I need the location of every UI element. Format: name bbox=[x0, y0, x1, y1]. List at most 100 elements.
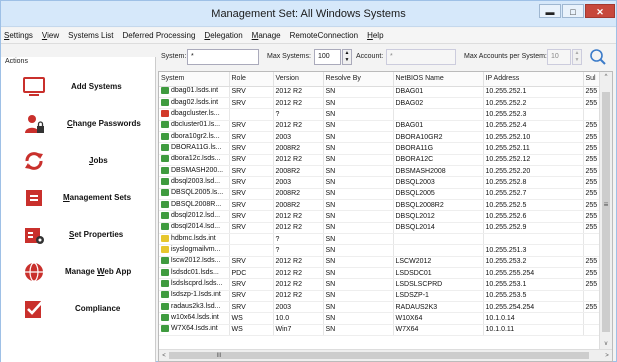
cell-version: 2012 R2 bbox=[273, 256, 324, 269]
vertical-scrollbar[interactable]: ^ ≡ v bbox=[599, 72, 612, 349]
cell-ip-address: 10.255.252.8 bbox=[483, 176, 584, 189]
action-manage-web-app[interactable]: Manage Web App bbox=[1, 257, 156, 293]
user-lock-icon bbox=[25, 115, 44, 133]
cell-ip-address: 10.255.252.12 bbox=[483, 154, 584, 166]
menu-view[interactable]: View bbox=[42, 31, 59, 40]
system-filter-input[interactable]: * bbox=[187, 49, 259, 65]
system-status-icon bbox=[161, 200, 169, 208]
menu-systems-list[interactable]: Systems List bbox=[68, 31, 113, 40]
action-compliance[interactable]: Compliance bbox=[1, 294, 156, 330]
table-row[interactable]: DBSMASH200... SRV 2008R2 SN DBSMASH2008 10.25… bbox=[159, 165, 600, 178]
minimize-button[interactable]: ▬ bbox=[539, 4, 561, 18]
close-button[interactable]: ✕ bbox=[585, 4, 615, 18]
column-header-resolve-by[interactable]: Resolve By bbox=[323, 72, 394, 87]
horizontal-scroll-thumb[interactable] bbox=[169, 352, 589, 359]
cell-resolve-by: SN bbox=[323, 154, 394, 166]
column-header-netbios-name[interactable]: NetBIOS Name bbox=[393, 72, 484, 87]
cell-role bbox=[229, 244, 274, 257]
column-header-role[interactable]: Role bbox=[229, 72, 274, 87]
menu-delegation[interactable]: Delegation bbox=[204, 31, 242, 40]
menu-settings[interactable]: Settings bbox=[4, 31, 33, 40]
scroll-down-arrow[interactable]: v bbox=[600, 339, 612, 349]
cell-subnet: 255 bbox=[583, 86, 600, 98]
maximize-button[interactable]: □ bbox=[562, 4, 584, 18]
scroll-up-arrow[interactable]: ^ bbox=[600, 72, 612, 82]
cell-subnet: 255 bbox=[583, 142, 600, 155]
account-filter-input[interactable]: * bbox=[386, 49, 456, 65]
cell-version: 2008R2 bbox=[273, 165, 324, 178]
table-row[interactable]: lscw2012.lsds... SRV 2012 R2 SN LSCW2012 10.2… bbox=[159, 256, 600, 269]
menu-help[interactable]: Help bbox=[367, 31, 383, 40]
cell-resolve-by: SN bbox=[323, 267, 394, 280]
cell-subnet bbox=[583, 290, 600, 303]
menu-manage[interactable]: Manage bbox=[252, 31, 281, 40]
cell-version: ? bbox=[273, 244, 324, 257]
cell-netbios-name: DBORA12C bbox=[393, 154, 484, 166]
cell-version: ? bbox=[273, 233, 324, 246]
vertical-scroll-thumb[interactable] bbox=[602, 92, 610, 332]
action-set-properties[interactable]: Set Properties bbox=[1, 220, 156, 256]
table-row[interactable]: DBSQL2005.ls... SRV 2008R2 SN DBSQL2005 10.25… bbox=[159, 188, 600, 200]
cell-system: dbagcluster.ls... bbox=[159, 108, 230, 121]
table-row[interactable]: lsdslscprd.lsds... SRV 2012 R2 SN LSDSLSCPRD… bbox=[159, 278, 600, 291]
max-systems-input[interactable]: 100 bbox=[314, 49, 341, 65]
table-row[interactable]: w10x64.lsds.int WS 10.0 SN W10X64 10.1.0.14 bbox=[159, 312, 600, 325]
cell-system: dbcluster01.ls... bbox=[159, 120, 230, 132]
cell-resolve-by: SN bbox=[323, 312, 394, 325]
actions-panel: Actions Add Systems Change Passwords Job… bbox=[1, 57, 156, 362]
cell-subnet: 255 bbox=[583, 188, 600, 200]
scroll-grip-icon: ≡ bbox=[603, 200, 609, 209]
column-header-subnet[interactable]: Sul bbox=[583, 72, 600, 87]
cell-system: dbora10gr2.ls... bbox=[159, 131, 230, 144]
table-row[interactable]: dbsql2012.lsd... SRV 2012 R2 SN DBSQL2012 10.… bbox=[159, 210, 600, 223]
max-systems-stepper[interactable]: ▲ ▼ bbox=[342, 49, 352, 65]
table-row[interactable]: dbsql2014.lsd... SRV 2012 R2 SN DBSQL2014 10.… bbox=[159, 222, 600, 234]
system-name: W7X64.lsds.int bbox=[171, 325, 218, 333]
action-jobs[interactable]: Jobs bbox=[1, 146, 156, 182]
max-accounts-stepper[interactable]: ▲ ▼ bbox=[572, 49, 582, 65]
system-status-icon bbox=[161, 291, 169, 299]
table-row[interactable]: radaus2k3.lsd... SRV 2003 SN RADAUS2K3 10.255… bbox=[159, 301, 600, 314]
column-header-ip-address[interactable]: IP Address bbox=[483, 72, 584, 87]
cell-subnet bbox=[583, 324, 600, 337]
table-row[interactable]: dbora10gr2.ls... SRV 2003 SN DBORA10GR2 10.25… bbox=[159, 131, 600, 144]
action-management-sets[interactable]: Management Sets bbox=[1, 183, 156, 219]
table-row[interactable]: lsdsdc01.lsds... PDC 2012 R2 SN LSDSDC01 10.2… bbox=[159, 267, 600, 280]
action-add-systems[interactable]: Add Systems bbox=[1, 72, 156, 108]
cell-system: hdbmc.lsds.int bbox=[159, 233, 230, 246]
horizontal-scrollbar[interactable]: < III > bbox=[159, 349, 612, 361]
scroll-right-arrow[interactable]: > bbox=[602, 350, 612, 361]
menu-remote-connection[interactable]: RemoteConnection bbox=[290, 31, 358, 40]
table-row[interactable]: isyslogmailvm...? SN 10.255.251.3 bbox=[159, 244, 600, 257]
action-change-passwords[interactable]: Change Passwords bbox=[1, 109, 156, 145]
table-row[interactable]: dbag01.lsds.int SRV 2012 R2 SN DBAG01 10.255.… bbox=[159, 86, 600, 98]
cell-version: Win7 bbox=[273, 324, 324, 337]
system-status-icon bbox=[161, 189, 169, 197]
table-row[interactable]: dbag02.lsds.int SRV 2012 R2 SN DBAG02 10.255.… bbox=[159, 97, 600, 110]
cell-resolve-by: SN bbox=[323, 324, 394, 337]
table-row[interactable]: hdbmc.lsds.int? SN bbox=[159, 233, 600, 246]
table-row[interactable]: lsdszp-1.lsds.int SRV 2012 R2 SN LSDSZP-1 10.… bbox=[159, 290, 600, 303]
table-row[interactable]: DBSQL2008R... SRV 2008R2 SN DBSQL2008R2 10.25… bbox=[159, 199, 600, 212]
monitor-icon bbox=[23, 77, 45, 96]
cell-ip-address bbox=[483, 233, 584, 246]
table-row[interactable]: dbora12c.lsds... SRV 2012 R2 SN DBORA12C 10.2… bbox=[159, 154, 600, 166]
menu-deferred-processing[interactable]: Deferred Processing bbox=[122, 31, 195, 40]
cell-netbios-name: LSDSLSCPRD bbox=[393, 278, 484, 291]
cell-subnet bbox=[583, 244, 600, 257]
cell-ip-address: 10.255.252.11 bbox=[483, 142, 584, 155]
column-header-version[interactable]: Version bbox=[273, 72, 324, 87]
properties-icon bbox=[25, 228, 44, 244]
column-header-system[interactable]: System bbox=[159, 72, 230, 87]
table-row[interactable]: dbcluster01.ls... SRV 2012 R2 SN DBAG01 10.25… bbox=[159, 120, 600, 132]
refresh-icon bbox=[25, 152, 43, 170]
scroll-left-arrow[interactable]: < bbox=[159, 350, 169, 361]
search-button[interactable] bbox=[588, 47, 608, 67]
cell-resolve-by: SN bbox=[323, 142, 394, 155]
table-row[interactable]: W7X64.lsds.int WS Win7 SN W7X64 10.1.0.11 bbox=[159, 324, 600, 337]
cell-role: SRV bbox=[229, 97, 274, 110]
table-row[interactable]: DBORA11G.ls... SRV 2008R2 SN DBORA11G 10.255.… bbox=[159, 142, 600, 155]
table-row[interactable]: dbagcluster.ls...? SN 10.255.252.3 bbox=[159, 108, 600, 121]
max-accounts-input[interactable]: 10 bbox=[547, 49, 571, 65]
table-row[interactable]: dbsql2003.lsd... SRV 2003 SN DBSQL2003 10.255… bbox=[159, 176, 600, 189]
